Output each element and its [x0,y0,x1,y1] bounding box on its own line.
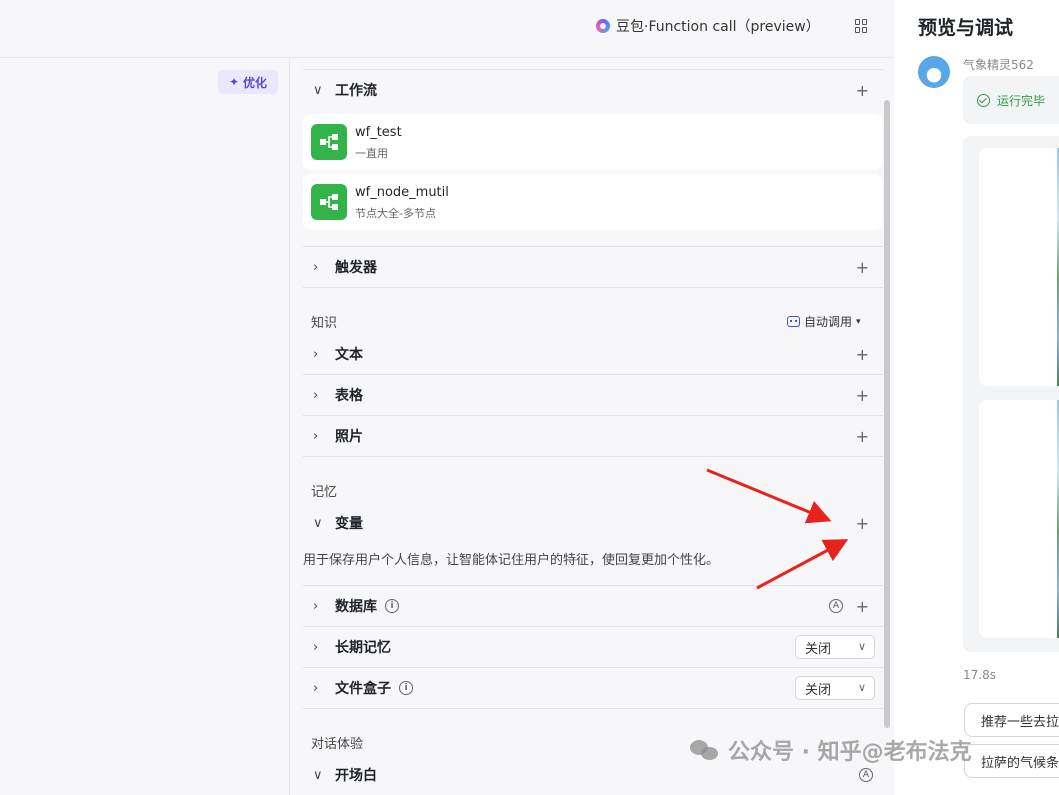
workflow-item[interactable]: wf_test 一直用 [303,114,883,170]
trigger-section-header[interactable]: › 触发器 + [303,247,883,287]
workflow-name: wf_node_mutil [355,185,449,200]
suggestion-chip[interactable]: 拉萨的气候条 [964,744,1059,778]
auto-call-label: 自动调用 [804,315,853,329]
opening-title: 开场白 [335,768,377,784]
divider [303,708,883,709]
wechat-icon [690,738,720,762]
chevron-right-icon[interactable]: › [303,260,335,275]
suggestion-chip[interactable]: 推荐一些去拉 [964,703,1059,737]
add-table-icon[interactable]: + [856,386,869,405]
robot-icon [787,316,800,327]
workflow-desc: 节点大全-多节点 [355,207,436,220]
add-workflow-icon[interactable]: + [856,81,869,100]
workflow-icon [311,184,347,220]
long-memory-title: 长期记忆 [335,640,391,656]
add-database-icon[interactable]: + [856,597,869,616]
watermark: 公众号 · 知乎@老布法克 [690,734,972,766]
knowledge-text-title: 文本 [335,347,363,363]
knowledge-label: 知识 [311,316,338,331]
workflow-icon [311,124,347,160]
knowledge-text-header[interactable]: › 文本 + [303,334,883,374]
database-title: 数据库 [335,599,377,615]
top-bar: 豆包·Function call（preview） [0,0,894,58]
filebox-title: 文件盒子 [335,681,391,697]
memory-label: 记忆 [311,485,338,500]
knowledge-table-title: 表格 [335,388,363,404]
divider [303,456,883,457]
trigger-title: 触发器 [335,260,377,276]
knowledge-table-header[interactable]: › 表格 + [303,375,883,415]
dialog-label: 对话体验 [311,737,364,752]
knowledge-photo-title: 照片 [335,429,363,445]
chevron-down-icon[interactable]: ∨ [303,516,335,531]
optimize-button[interactable]: ✦ 优化 [218,70,278,94]
variable-section-header[interactable]: ∨ 变量 + [303,503,883,543]
run-status[interactable]: 运行完毕 [963,76,1059,124]
chevron-right-icon[interactable]: › [303,388,335,403]
bot-name: 气象精灵562 [963,58,1034,72]
watermark-text: 公众号 · 知乎@老布法克 [728,740,972,765]
workflow-desc: 一直用 [355,147,388,160]
variable-description: 用于保存用户个人信息，让智能体记住用户的特征，使回复更加个性化。 [303,553,720,568]
model-name: 豆包·Function call（preview） [616,19,820,35]
auto-mode-icon[interactable]: A [859,768,873,782]
chevron-down-icon: ∨ [857,640,866,653]
chevron-down-icon[interactable]: ∨ [303,83,335,98]
filebox-value: 关闭 [805,682,832,698]
skills-scrollbar[interactable] [884,100,890,728]
knowledge-photo-header[interactable]: › 照片 + [303,416,883,456]
chevron-right-icon[interactable]: › [303,599,335,614]
elapsed-time: 17.8s [963,668,996,682]
optimize-label: 优化 [243,75,268,90]
prompt-panel: ✦ 优化 [0,58,290,795]
add-text-icon[interactable]: + [856,345,869,364]
chevron-right-icon[interactable]: › [303,347,335,362]
info-icon[interactable]: i [385,599,399,613]
preview-panel: 预览与调试 气象精灵562 运行完毕 17.8s 推荐一些去拉 拉萨的气候条 [894,0,1059,795]
variable-title: 变量 [335,516,363,532]
image-card[interactable] [979,400,1059,638]
sparkle-icon: ✦ [228,75,240,89]
image-card[interactable] [979,148,1059,386]
model-selector[interactable]: 豆包·Function call（preview） [596,16,820,36]
preview-title: 预览与调试 [918,17,1014,39]
filebox-select[interactable]: 关闭 ∨ [795,676,875,700]
chevron-down-icon: ∨ [857,681,866,694]
caret-down-icon: ▾ [856,316,861,327]
add-variable-icon[interactable]: + [856,514,869,533]
long-memory-select[interactable]: 关闭 ∨ [795,635,875,659]
divider [303,287,883,288]
workflow-item[interactable]: wf_node_mutil 节点大全-多节点 [303,174,883,230]
add-trigger-icon[interactable]: + [856,258,869,277]
bot-avatar [918,56,950,88]
layout-grid-icon[interactable] [855,19,869,33]
chevron-right-icon[interactable]: › [303,429,335,444]
workflow-section-header[interactable]: ∨ 工作流 + [303,70,883,110]
image-message [963,136,1059,652]
doubao-logo-icon [596,19,610,33]
add-photo-icon[interactable]: + [856,427,869,446]
auto-call-dropdown[interactable]: 自动调用 ▾ [787,313,861,330]
database-section-header[interactable]: › 数据库 i + [303,586,883,626]
check-circle-icon [977,93,990,107]
auto-mode-icon[interactable]: A [829,599,843,613]
info-icon[interactable]: i [399,681,413,695]
workflow-name: wf_test [355,125,402,140]
run-status-label: 运行完毕 [997,93,1046,108]
long-memory-value: 关闭 [805,641,832,657]
chevron-right-icon[interactable]: › [303,640,335,655]
workflow-title: 工作流 [335,83,377,99]
chevron-down-icon[interactable]: ∨ [303,768,335,783]
chevron-right-icon[interactable]: › [303,681,335,696]
